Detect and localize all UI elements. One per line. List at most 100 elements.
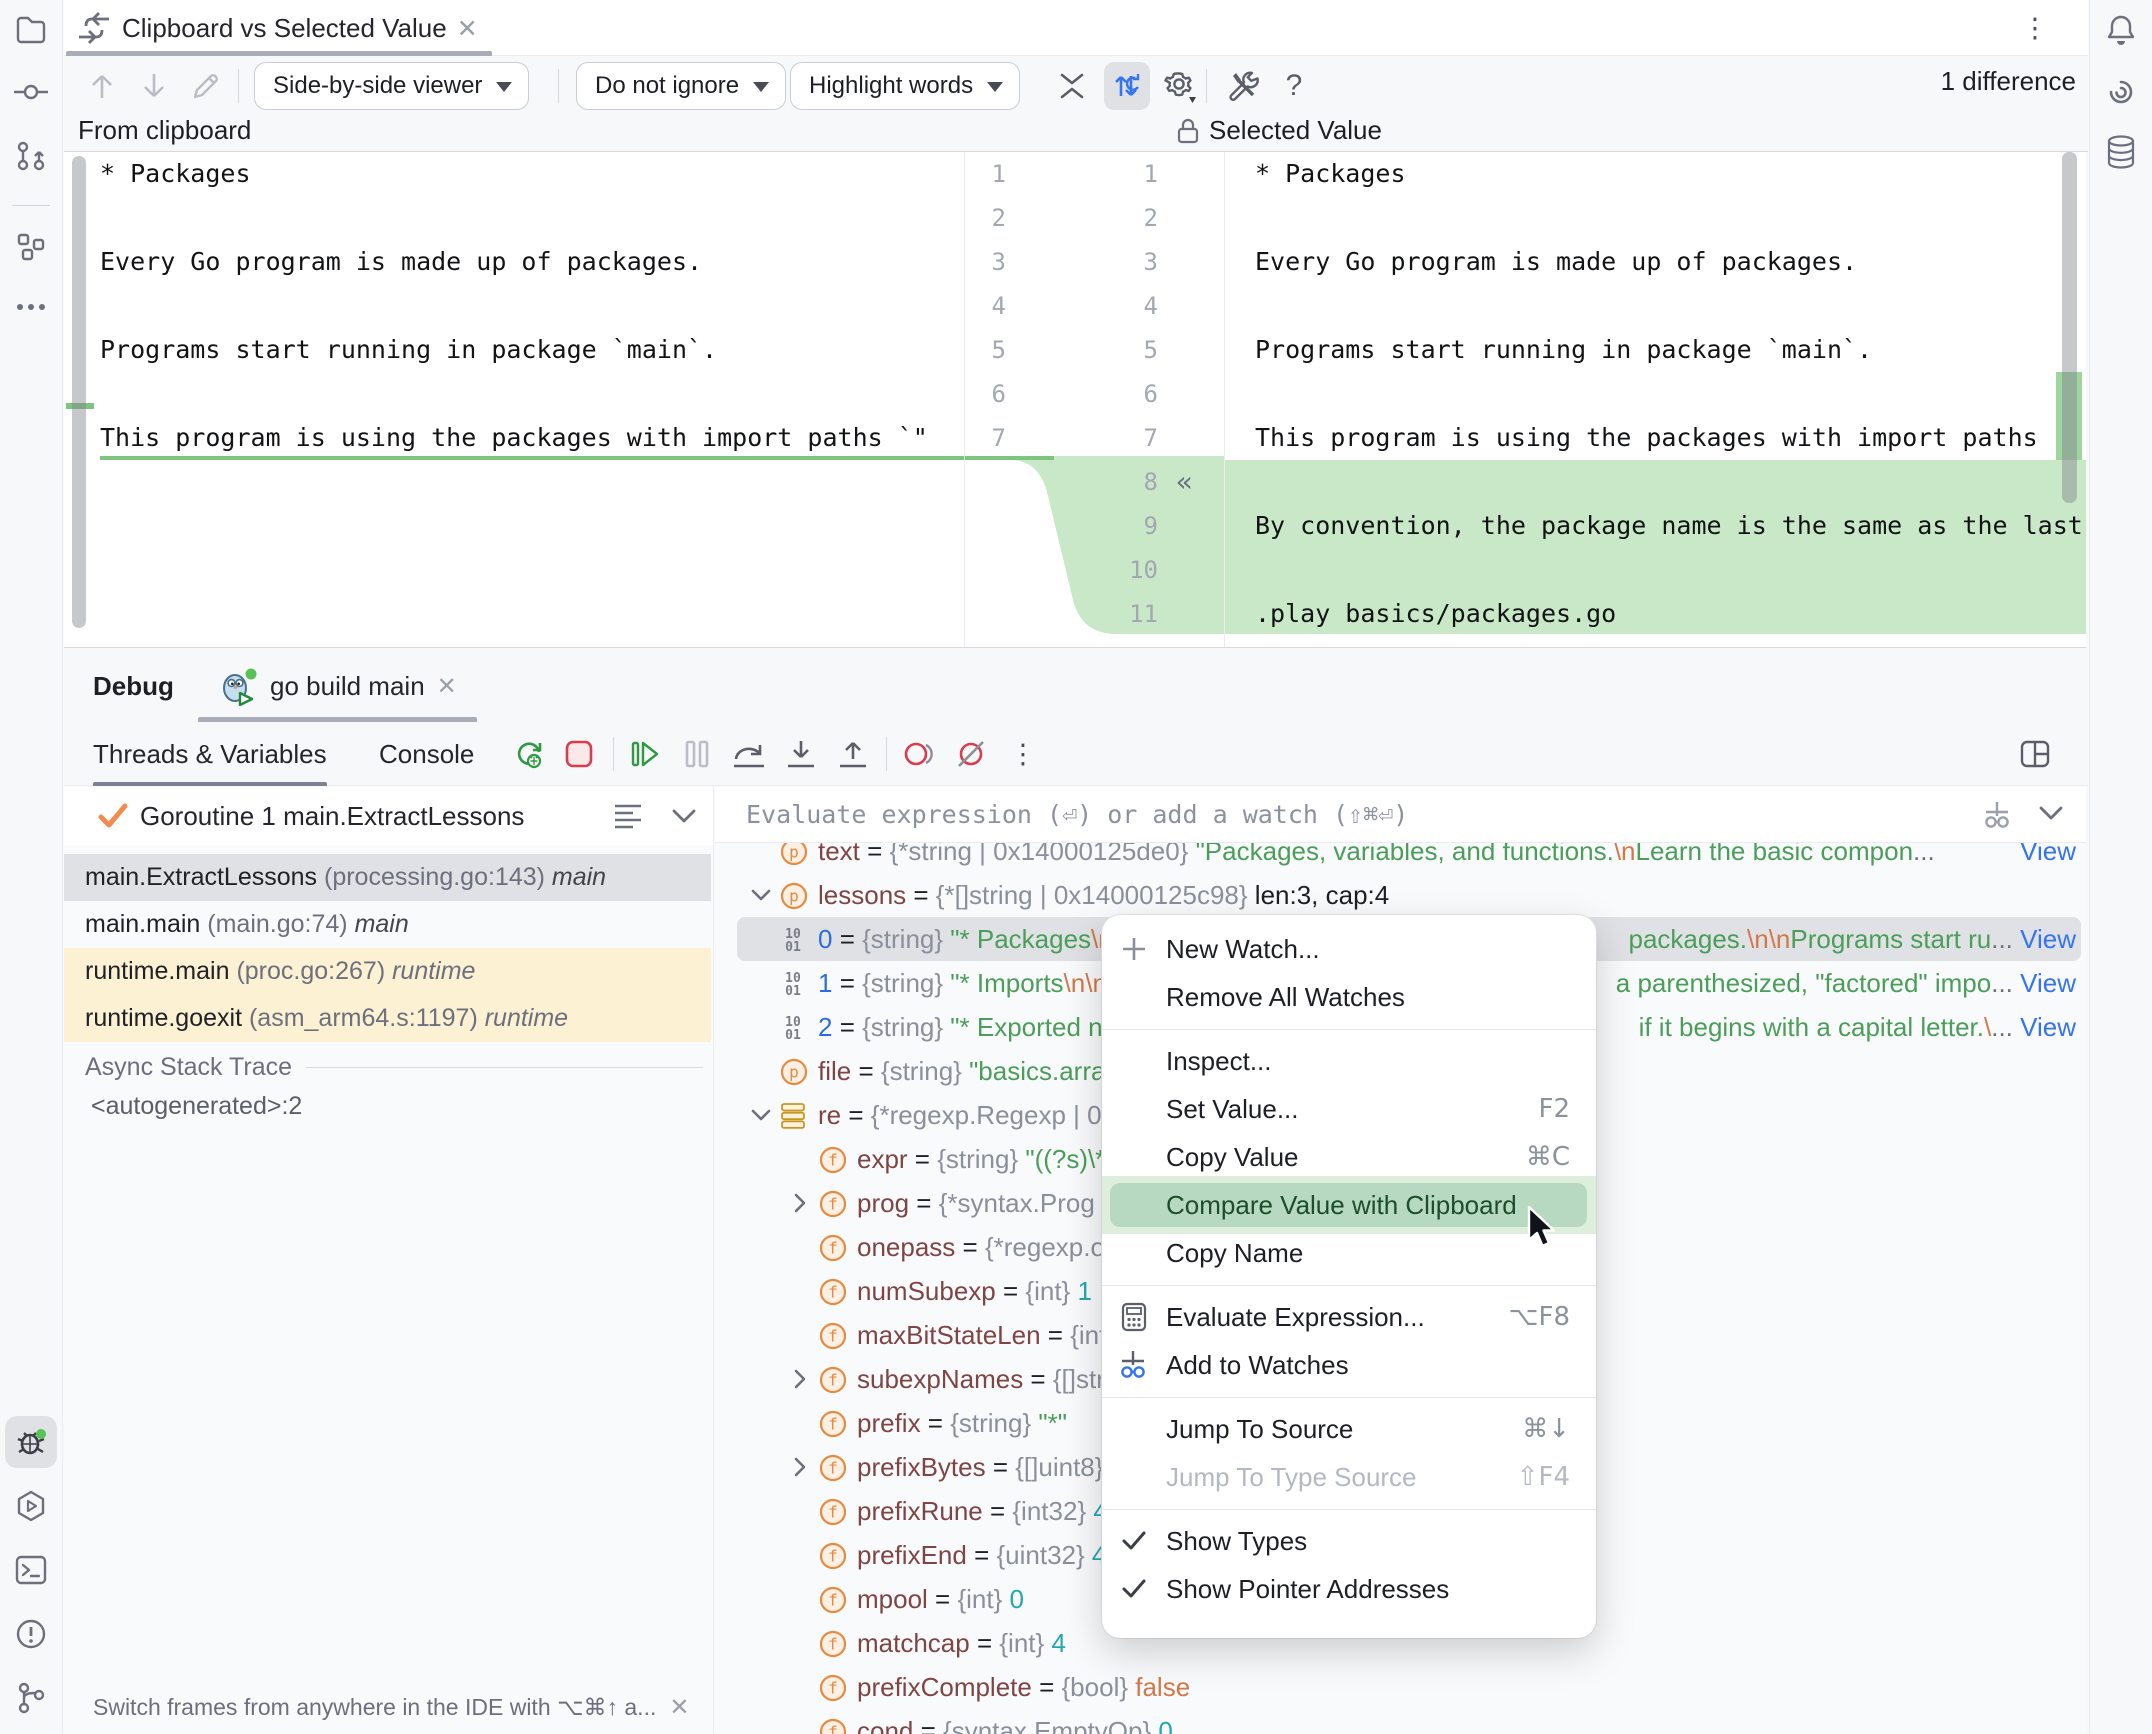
diff-right-pane[interactable]: * PackagesEvery Go program is made up of… xyxy=(1224,152,2086,648)
evaluate-expression-bar[interactable]: Evaluate expression (⏎) or add a watch (… xyxy=(715,787,2086,843)
rail-structure-button[interactable] xyxy=(5,221,57,273)
menu-item-set-value[interactable]: Set Value...F2 xyxy=(1102,1085,1596,1133)
add-watch-icon[interactable] xyxy=(1982,800,2014,832)
view-breakpoints-icon[interactable] xyxy=(896,730,942,778)
svg-text:01: 01 xyxy=(785,984,801,998)
diff-left-pane[interactable]: * PackagesEvery Go program is made up of… xyxy=(64,152,964,648)
group-divider xyxy=(306,1067,703,1068)
step-out-icon[interactable] xyxy=(830,730,876,778)
tab-threads-and-variables[interactable]: Threads & Variables xyxy=(93,722,327,786)
variable-value-part: ... xyxy=(1991,968,2013,999)
rail-pull-requests-button[interactable] xyxy=(5,130,57,182)
tab-close-icon[interactable]: ✕ xyxy=(457,14,478,43)
tree-chevron-right-icon[interactable] xyxy=(780,1456,819,1478)
rail-problems-icon xyxy=(15,1618,47,1650)
variable-name: prefixComplete xyxy=(857,1672,1032,1703)
diff-fold-marker[interactable]: « xyxy=(1176,460,1216,504)
menu-item-add-to-watches[interactable]: Add to Watches xyxy=(1102,1341,1596,1389)
frame-row-runtime.goexit[interactable]: runtime.goexit (asm_arm64.s:1197) runtim… xyxy=(64,995,711,1042)
mute-breakpoints-icon[interactable] xyxy=(948,730,994,778)
frames-view-icon[interactable] xyxy=(613,803,643,829)
variable-value-part: ... xyxy=(1991,924,2013,955)
variable-row-cond[interactable]: fcond = {syntax.EmptyOp} 0 xyxy=(715,1709,2086,1734)
frames-header-chevron-icon[interactable] xyxy=(671,808,697,824)
tab-console[interactable]: Console xyxy=(379,722,474,786)
rail-terminal-button[interactable] xyxy=(5,1544,57,1596)
menu-item-show-pointer-addresses[interactable]: Show Pointer Addresses xyxy=(1102,1565,1596,1613)
menu-item-inspect[interactable]: Inspect... xyxy=(1102,1037,1596,1085)
frames-hint-close-icon[interactable]: ✕ xyxy=(669,1693,689,1721)
variable-name: maxBitStateLen xyxy=(857,1320,1041,1351)
edit-icon[interactable] xyxy=(184,62,228,110)
stop-icon[interactable] xyxy=(556,730,602,778)
goroutine-header-label: Goroutine 1 main.ExtractLessons xyxy=(140,801,524,832)
tree-chevron-right-icon[interactable] xyxy=(780,1368,819,1390)
frame-row-main.ExtractLessons[interactable]: main.ExtractLessons (processing.go:143) … xyxy=(64,854,711,901)
rail-services-button[interactable] xyxy=(5,1480,57,1532)
frame-row-main.main[interactable]: main.main (main.go:74) main xyxy=(64,901,711,948)
previous-difference-icon[interactable] xyxy=(80,62,124,110)
rail-notifications-button[interactable] xyxy=(2095,4,2147,56)
left-pane-scrollbar[interactable] xyxy=(72,156,86,628)
menu-item-copy-name[interactable]: Copy Name xyxy=(1102,1229,1596,1277)
svg-text:f: f xyxy=(828,1150,838,1169)
external-tools-icon[interactable] xyxy=(1222,62,1266,110)
frame-row-autogenerated[interactable]: <autogenerated>:2 xyxy=(91,1092,302,1121)
rail-ai-assistant-button[interactable] xyxy=(2095,66,2147,118)
tab-clipboard-vs-selected-value[interactable]: Clipboard vs Selected Value ✕ xyxy=(66,0,492,56)
collapse-unchanged-icon[interactable] xyxy=(1050,62,1094,110)
rail-debug-button[interactable] xyxy=(5,1416,57,1468)
tree-chevron-down-icon[interactable] xyxy=(741,1108,780,1122)
tree-chevron-down-icon[interactable] xyxy=(741,888,780,902)
variable-row-lessons[interactable]: plessons = {*[]string | 0x14000125c98} l… xyxy=(715,873,2086,917)
debug-session-tab-close-icon[interactable]: ✕ xyxy=(437,672,457,700)
rail-database-button[interactable] xyxy=(2095,126,2147,178)
menu-item-jump-to-type-source[interactable]: Jump To Type Source⇧F4 xyxy=(1102,1453,1596,1501)
menu-item-copy-value[interactable]: Copy Value⌘C xyxy=(1102,1133,1596,1181)
rerun-debug-icon[interactable] xyxy=(506,730,552,778)
rail-more-tools-button[interactable] xyxy=(5,281,57,333)
diff-settings-gear-icon[interactable] xyxy=(1158,62,1202,110)
ignore-policy-dropdown[interactable]: Do not ignore xyxy=(576,62,786,110)
goroutine-header[interactable]: Goroutine 1 main.ExtractLessons xyxy=(64,787,713,845)
watches-history-chevron-icon[interactable] xyxy=(2038,805,2064,821)
layout-settings-icon[interactable] xyxy=(2012,730,2058,778)
rail-project-folder-button[interactable] xyxy=(5,4,57,56)
diff-right-line-number: 11 xyxy=(1058,592,1158,636)
diff-right-line-number: 5 xyxy=(1058,328,1158,372)
diff-right-line: By convention, the package name is the s… xyxy=(1255,504,2083,548)
menu-item-compare-value-with-clipboard[interactable]: Compare Value with Clipboard xyxy=(1102,1181,1596,1229)
rail-commit-button[interactable] xyxy=(5,66,57,118)
rail-problems-button[interactable] xyxy=(5,1608,57,1660)
view-value-link[interactable]: View xyxy=(2013,968,2076,999)
debug-more-kebab-icon[interactable]: ⋮ xyxy=(1000,730,1046,778)
menu-item-new-watch[interactable]: New Watch... xyxy=(1102,925,1596,973)
view-value-link[interactable]: View xyxy=(2013,1012,2076,1043)
variable-value-part: = xyxy=(832,924,862,955)
rail-version-control-button[interactable] xyxy=(5,1672,57,1724)
menu-item-evaluate-expression[interactable]: Evaluate Expression...⌥F8 xyxy=(1102,1293,1596,1341)
variable-value-part: {string} xyxy=(937,1144,1025,1175)
highlight-mode-dropdown[interactable]: Highlight words xyxy=(790,62,1020,110)
editor-options-kebab-icon[interactable]: ⋮ xyxy=(2016,9,2054,47)
pause-program-icon[interactable] xyxy=(674,730,720,778)
variable-value-part: = xyxy=(986,1452,1016,1483)
frame-row-runtime.main[interactable]: runtime.main (proc.go:267) runtime xyxy=(64,948,711,995)
variable-cell: fmaxBitStateLen = {int} 0 xyxy=(780,1313,1137,1357)
viewer-mode-dropdown[interactable]: Side-by-side viewer xyxy=(254,62,529,110)
step-into-icon[interactable] xyxy=(778,730,824,778)
menu-item-jump-to-source[interactable]: Jump To Source⌘↓ xyxy=(1102,1405,1596,1453)
next-difference-icon[interactable] xyxy=(132,62,176,110)
menu-item-remove-all-watches[interactable]: Remove All Watches xyxy=(1102,973,1596,1021)
debug-session-tab[interactable]: go build main ✕ xyxy=(198,650,477,722)
right-pane-scrollbar[interactable] xyxy=(2062,152,2077,503)
menu-item-show-types[interactable]: Show Types xyxy=(1102,1517,1596,1565)
view-value-link[interactable]: View xyxy=(2013,924,2076,955)
variable-row-prefixComplete[interactable]: fprefixComplete = {bool} false xyxy=(715,1665,2086,1709)
variable-value-part: len:3, cap:4 xyxy=(1255,880,1389,911)
sync-scrolling-toggle[interactable] xyxy=(1104,62,1150,110)
step-over-icon[interactable] xyxy=(726,730,772,778)
resume-program-icon[interactable] xyxy=(622,730,668,778)
help-icon[interactable]: ? xyxy=(1272,62,1316,110)
tree-chevron-right-icon[interactable] xyxy=(780,1192,819,1214)
